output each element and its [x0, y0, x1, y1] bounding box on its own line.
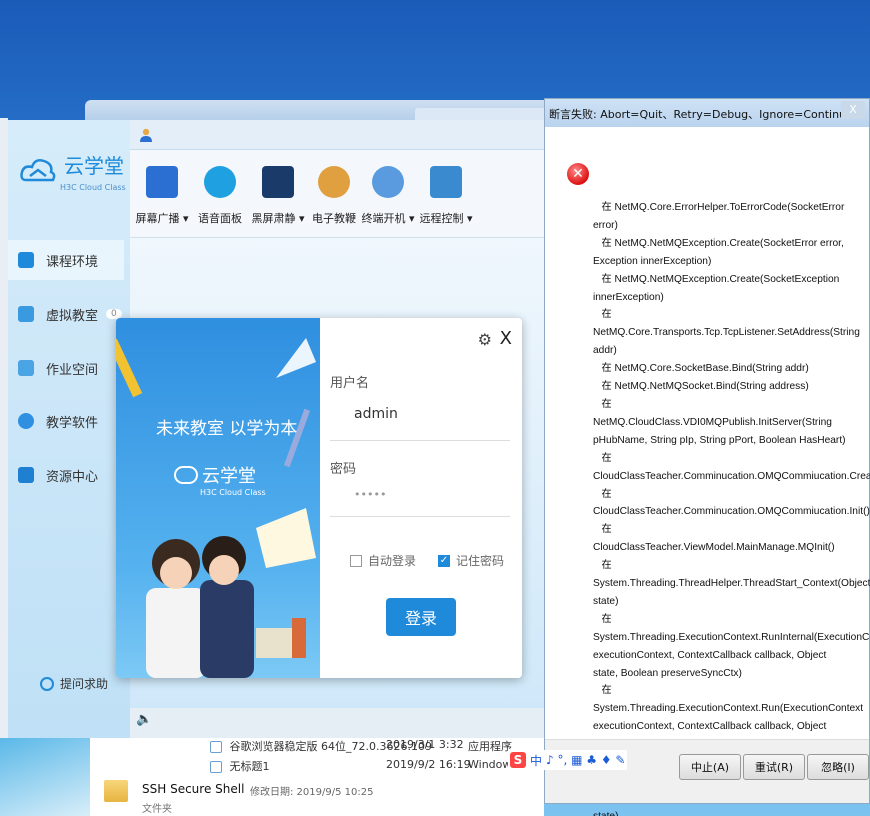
ime-tool-icons[interactable]: ♪ °, ▦ ♣ ♦ ✎ [546, 753, 625, 767]
file-row[interactable]: 无标题1 [210, 758, 270, 774]
sidebar-item-label: 作业空间 [46, 362, 99, 378]
resource-icon [18, 467, 34, 483]
retry-button[interactable]: 重试(R) [743, 754, 805, 780]
folder-modified: 修改日期: 2019/9/5 10:25 [250, 787, 374, 798]
sidebar-item-label: 资源中心 [46, 469, 99, 485]
assertion-dialog: 断言失败: Abort=Quit、Retry=Debug、Ignore=Cont… [544, 98, 870, 816]
app-file-icon [210, 741, 222, 753]
software-icon [18, 413, 34, 429]
banner-illustration [116, 338, 316, 678]
login-form: ⚙ X 用户名 admin 密码 ••••• 自动登录 ✓ 记住密码 登录 [320, 318, 522, 678]
remember-label: 记住密码 [456, 554, 505, 568]
sidebar-item-resource[interactable]: 资源中心 [8, 455, 124, 495]
dialog-logo: 云学堂 H3C Cloud Class [174, 462, 266, 497]
auto-login-checkbox[interactable]: 自动登录 [350, 552, 416, 569]
remember-password-checkbox[interactable]: ✓ 记住密码 [438, 552, 504, 569]
virtual-class-icon [18, 306, 34, 322]
close-button[interactable]: X [841, 101, 865, 119]
file-name: 无标题1 [229, 760, 270, 773]
ime-language[interactable]: 中 [530, 752, 542, 769]
username-input[interactable]: admin [354, 406, 398, 422]
app-header [130, 120, 544, 150]
broadcast-icon [146, 166, 178, 198]
voice-icon [204, 166, 236, 198]
checkbox-box [350, 554, 362, 567]
login-button[interactable]: 登录 [386, 598, 456, 636]
toolbar-black-screen[interactable]: 黑屏肃静 ▾ [250, 158, 306, 226]
password-label: 密码 [330, 462, 357, 477]
sidebar-item-course-env[interactable]: 课程环境 [8, 240, 124, 280]
status-bar [130, 708, 544, 738]
blackscreen-icon [262, 166, 294, 198]
pointer-icon [318, 166, 350, 198]
dialog-footer: 中止(A) 重试(R) 忽略(I) [545, 739, 869, 803]
cloud-logo-icon [174, 466, 198, 484]
tool-label: 电子教鞭 [312, 212, 356, 225]
login-dialog: 未来教室 以学为本 云学堂 H3C Cloud Class ⚙ X 用户名 ad… [116, 318, 522, 678]
login-banner: 未来教室 以学为本 云学堂 H3C Cloud Class [116, 318, 320, 678]
settings-icon[interactable]: ⚙ [478, 330, 492, 349]
sidebar-item-label: 课程环境 [46, 254, 99, 270]
document-file-icon [210, 761, 222, 773]
abort-button[interactable]: 中止(A) [679, 754, 741, 780]
sidebar-item-label: 教学软件 [46, 415, 99, 431]
file-type: 应用程序 [468, 740, 512, 753]
auto-login-label: 自动登录 [368, 554, 417, 568]
folder-name[interactable]: SSH Secure Shell [142, 782, 244, 796]
app-logo: 云学堂 H3C Cloud Class [20, 150, 130, 200]
folder-icon [104, 780, 128, 802]
dialog-brand-subtitle: H3C Cloud Class [200, 488, 266, 497]
cloud-logo-icon [20, 159, 56, 182]
user-icon[interactable] [140, 128, 152, 142]
password-input[interactable]: ••••• [354, 488, 386, 501]
help-label: 提问求助 [60, 677, 109, 691]
toolbar: 屏幕广播 ▾ 语音面板 黑屏肃静 ▾ 电子教鞭 终端开机 ▾ 远程控制 ▾ [130, 150, 544, 238]
explorer-navigation-pane [0, 738, 90, 816]
headset-icon [40, 676, 54, 691]
remote-icon [430, 166, 462, 198]
toolbar-e-pointer[interactable]: 电子教鞭 [306, 158, 362, 226]
toolbar-screen-broadcast[interactable]: 屏幕广播 ▾ [134, 158, 190, 226]
tool-label: 黑屏肃静 ▾ [251, 212, 305, 225]
password-underline [330, 516, 510, 517]
error-icon: ✕ [567, 163, 589, 185]
file-explorer-list: 谷歌浏览器稳定版 64位_72.0.3626.109 2019/3/1 3:32… [90, 738, 544, 816]
stack-trace-text: 在 NetMQ.Core.ErrorHelper.ToErrorCode(Soc… [593, 202, 870, 816]
sidebar-item-homework[interactable]: 作业空间 [8, 348, 124, 388]
sidebar-item-virtual-class[interactable]: 虚拟教室 0 [8, 294, 124, 334]
tool-label: 屏幕广播 ▾ [135, 212, 189, 225]
file-date: 2019/9/2 16:19 [386, 758, 471, 771]
speaker-icon[interactable]: 🔈 [136, 712, 152, 727]
folder-type: 文件夹 [142, 804, 172, 815]
ignore-button[interactable]: 忽略(I) [807, 754, 869, 780]
toolbar-power-on[interactable]: 终端开机 ▾ [360, 158, 416, 226]
sogou-logo-icon[interactable]: S [510, 752, 526, 768]
windows-icon [18, 252, 34, 268]
brand-name: 云学堂 [64, 156, 124, 178]
brand-subtitle: H3C Cloud Class [60, 183, 126, 192]
sidebar-item-label: 虚拟教室 [46, 308, 99, 324]
tool-label: 远程控制 ▾ [419, 212, 473, 225]
left-window-edge [0, 118, 8, 738]
checkmark-icon: ✓ [438, 554, 450, 567]
ime-toolbar[interactable]: S 中 ♪ °, ▦ ♣ ♦ ✎ [508, 750, 628, 770]
username-label: 用户名 [330, 376, 370, 391]
username-underline [330, 440, 510, 441]
dialog-title: 断言失败: Abort=Quit、Retry=Debug、Ignore=Cont… [545, 99, 869, 127]
close-icon[interactable]: X [500, 328, 512, 349]
slogan: 未来教室 以学为本 [156, 419, 298, 439]
toolbar-voice-panel[interactable]: 语音面板 [192, 158, 248, 226]
help-button[interactable]: 提问求助 [40, 675, 108, 692]
dialog-brand-name: 云学堂 [202, 466, 256, 487]
toolbar-remote-control[interactable]: 远程控制 ▾ [418, 158, 474, 226]
tool-label: 终端开机 ▾ [361, 212, 415, 225]
tool-label: 语音面板 [198, 212, 242, 225]
homework-icon [18, 360, 34, 376]
sidebar-item-software[interactable]: 教学软件 [8, 401, 124, 441]
power-icon [372, 166, 404, 198]
file-date: 2019/3/1 3:32 [386, 738, 464, 751]
